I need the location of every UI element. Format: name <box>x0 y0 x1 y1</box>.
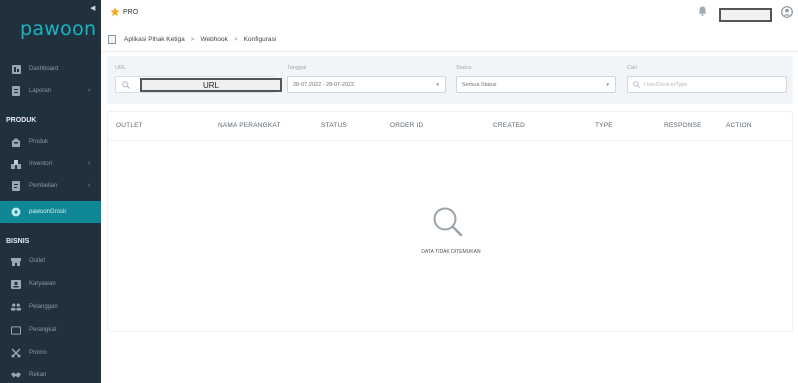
star-icon <box>110 7 120 17</box>
status-value: Semua Status <box>462 81 497 88</box>
report-icon <box>11 86 21 96</box>
search-icon <box>633 81 640 88</box>
sidebar-item-label: Promo <box>29 350 47 356</box>
section-heading-bisnis: BISNIS <box>6 238 30 245</box>
url-input[interactable]: URL <box>140 78 282 92</box>
chevron-left-icon: ‹ <box>88 160 91 167</box>
pawoon-logo[interactable]: pawoon <box>20 18 96 40</box>
inventory-icon <box>11 159 21 169</box>
search-input[interactable]: User/Device/Type <box>627 76 787 93</box>
filter-panel: URL URL Tanggal 28-07-2022 - 28-07-2022 … <box>107 56 793 104</box>
promo-icon <box>11 348 21 358</box>
plan-label: PRO <box>123 9 139 16</box>
sidebar-item-label: Inventori <box>29 161 53 167</box>
sidebar-item-pelanggan[interactable]: Pelanggan <box>0 296 101 318</box>
search-placeholder: User/Device/Type <box>644 81 688 88</box>
column-header-nama-perangkat: NAMA PERANGKAT <box>218 122 281 129</box>
column-header-order-id: ORDER ID <box>390 122 424 129</box>
sidebar-item-label: Pembelian <box>29 183 58 189</box>
sidebar-item-label: Karyawan <box>29 281 56 287</box>
header-divider <box>101 51 798 52</box>
sidebar-item-label: Perangkat <box>29 327 57 333</box>
collapse-sidebar-icon[interactable]: ◀ <box>90 4 95 12</box>
empty-state-text: DATA TIDAK DITEMUKAN <box>421 249 481 255</box>
sidebar-item-karyawan[interactable]: Karyawan <box>0 273 101 295</box>
column-header-action: ACTION <box>726 122 752 129</box>
sidebar-item-label: Dashboard <box>29 66 59 72</box>
url-field[interactable]: URL <box>115 76 282 93</box>
sidebar-item-label: Outlet <box>29 258 46 264</box>
column-header-outlet: OUTLET <box>116 122 143 129</box>
sidebar-item-promo[interactable]: Promo <box>0 342 101 364</box>
search-icon <box>122 81 130 89</box>
webhook-table: OUTLET NAMA PERANGKAT STATUS ORDER ID CR… <box>107 111 793 332</box>
sidebar-item-pawoongrosir[interactable]: pawoonGrosir <box>0 201 101 223</box>
user-avatar-icon[interactable] <box>781 6 793 18</box>
sidebar: pawoon ◀ Dashboard Laporan ‹ PRODUK Prod… <box>0 0 101 383</box>
handshake-icon <box>11 370 21 380</box>
magnifier-icon <box>433 207 463 237</box>
column-header-type: TYPE <box>595 122 613 129</box>
chevron-down-icon: ▾ <box>606 82 609 88</box>
cari-label: Cari <box>627 65 638 71</box>
chevron-left-icon: ‹ <box>88 182 91 189</box>
breadcrumb-separator: > <box>190 36 195 43</box>
purchase-icon <box>11 181 21 191</box>
breadcrumb: Aplikasi Pihak Ketiga > Webhook > Konfig… <box>108 35 276 44</box>
grosir-icon <box>11 207 21 217</box>
chevron-down-icon: ▾ <box>436 82 439 88</box>
product-icon <box>11 137 21 147</box>
date-range-value: 28-07-2022 - 28-07-2022 <box>293 81 355 88</box>
status-label: Status <box>456 65 472 71</box>
sidebar-item-laporan[interactable]: Laporan ‹ <box>0 80 101 102</box>
outlet-icon <box>11 256 21 266</box>
notification-bell-icon[interactable] <box>698 6 707 16</box>
employee-icon <box>11 279 21 289</box>
sidebar-item-outlet[interactable]: Outlet <box>0 250 101 272</box>
sidebar-item-label: Laporan <box>29 88 52 94</box>
date-range-select[interactable]: 28-07-2022 - 28-07-2022 ▾ <box>287 76 446 93</box>
column-header-status: STATUS <box>321 122 347 129</box>
sidebar-item-pembelian[interactable]: Pembelian ‹ <box>0 175 101 197</box>
breadcrumb-item-aplikasi[interactable]: Aplikasi Pihak Ketiga <box>124 36 185 43</box>
column-header-response: RESPONSE <box>664 122 702 129</box>
status-select[interactable]: Semua Status ▾ <box>456 76 616 93</box>
sidebar-item-label: Rekan <box>29 372 47 378</box>
sidebar-item-label: Produk <box>29 139 49 145</box>
sidebar-item-produk[interactable]: Produk <box>0 131 101 153</box>
breadcrumb-separator: > <box>233 36 238 43</box>
device-icon <box>11 325 21 335</box>
sidebar-item-label: pawoonGrosir <box>29 209 67 215</box>
top-bar: PRO <box>101 0 798 27</box>
tanggal-label: Tanggal <box>287 65 307 71</box>
breadcrumb-item-konfigurasi: Konfigurasi <box>243 36 277 43</box>
column-header-created: CREATED <box>493 122 525 129</box>
chevron-left-icon: ‹ <box>88 87 91 94</box>
user-name-box[interactable] <box>719 8 772 22</box>
sidebar-item-dashboard[interactable]: Dashboard <box>0 58 101 80</box>
sidebar-item-inventori[interactable]: Inventori ‹ <box>0 153 101 175</box>
sidebar-item-rekan[interactable]: Rekan <box>0 364 101 383</box>
document-icon <box>108 35 116 44</box>
breadcrumb-item-webhook[interactable]: Webhook <box>201 36 228 43</box>
dashboard-icon <box>11 64 21 74</box>
section-heading-produk: PRODUK <box>6 117 37 124</box>
sidebar-item-perangkat[interactable]: Perangkat <box>0 319 101 341</box>
url-label: URL <box>115 65 127 71</box>
sidebar-item-label: Pelanggan <box>29 304 58 310</box>
header-separator <box>108 140 792 141</box>
customer-icon <box>11 302 21 312</box>
